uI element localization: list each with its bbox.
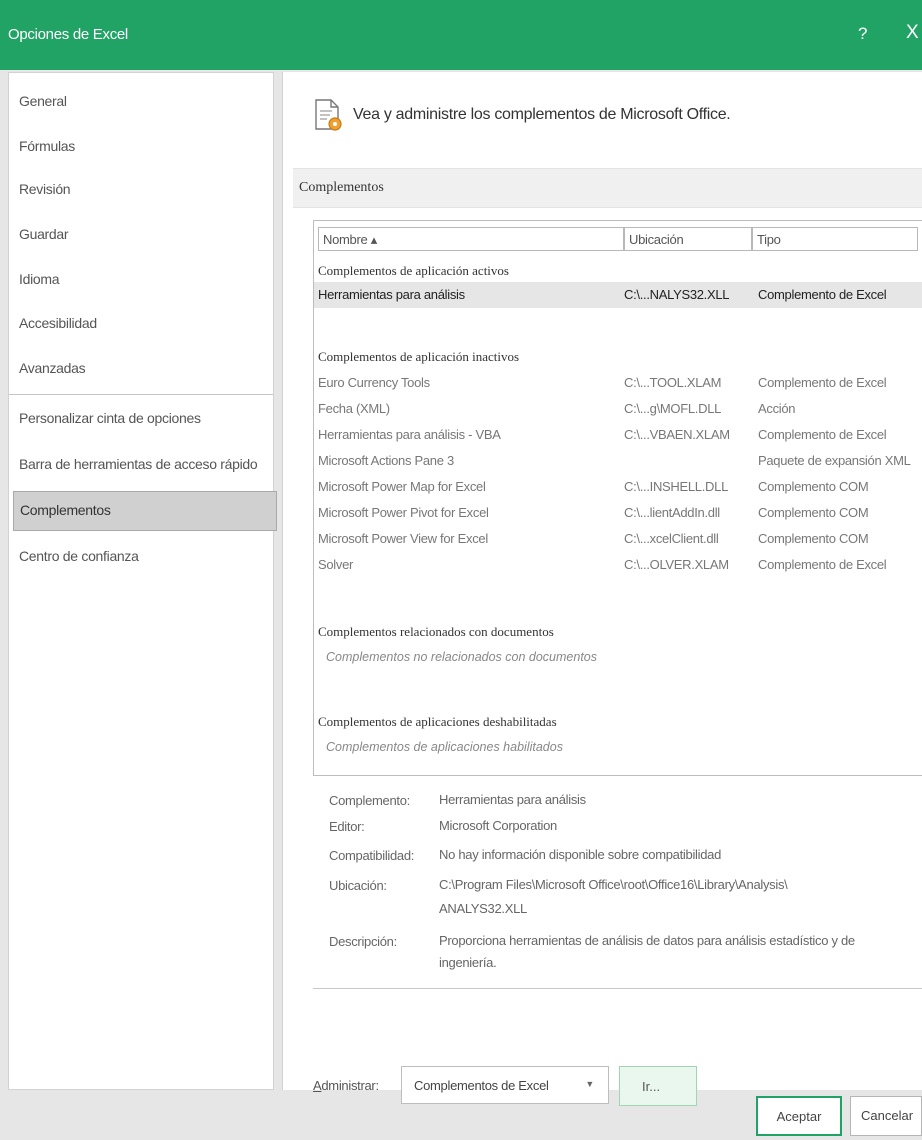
title-bar: Opciones de Excel ? X [0, 0, 922, 70]
addin-name: Fecha (XML) [318, 401, 390, 416]
addin-type: Paquete de expansión XML [758, 453, 911, 468]
addins-list[interactable]: Nombre ▴ Ubicación Tipo Complementos de … [313, 220, 922, 776]
sidebar-divider [9, 394, 273, 395]
addin-location: C:\...g\MOFL.DLL [624, 401, 722, 416]
group-title-active: Complementos de aplicación activos [318, 263, 509, 278]
addin-row[interactable]: Microsoft Power Map for Excel C:\...INSH… [314, 474, 922, 500]
sidebar-item-guardar[interactable]: Guardar [19, 226, 69, 242]
sidebar-item-complementos[interactable]: Complementos [13, 491, 277, 531]
detail-value-location-file: ANALYS32.XLL [439, 901, 527, 916]
addin-row[interactable]: Fecha (XML) C:\...g\MOFL.DLL Acción [314, 396, 922, 422]
addin-name: Solver [318, 557, 354, 572]
addin-name: Microsoft Power Pivot for Excel [318, 505, 489, 520]
group-note-document: Complementos no relacionados con documen… [326, 650, 597, 664]
group-title-disabled: Complementos de aplicaciones deshabilita… [318, 714, 557, 729]
addin-name: Microsoft Power View for Excel [318, 531, 488, 546]
page-header: Vea y administre los complementos de Mic… [353, 106, 731, 123]
detail-label-compat: Compatibilidad: [329, 848, 415, 863]
addin-row[interactable]: Herramientas para análisis - VBA C:\...V… [314, 422, 922, 448]
sidebar-item-barra-acceso-rapido[interactable]: Barra de herramientas de acceso rápido [19, 456, 258, 472]
details-divider [313, 988, 922, 989]
sidebar-item-formulas[interactable]: Fórmulas [19, 138, 75, 154]
addin-row[interactable]: Solver C:\...OLVER.XLAM Complemento de E… [314, 552, 922, 578]
section-title-bar: Complementos [293, 168, 922, 208]
addin-row[interactable]: Microsoft Power View for Excel C:\...xce… [314, 526, 922, 552]
chevron-down-icon: ▼ [585, 1079, 594, 1089]
addin-name: Herramientas para análisis [318, 287, 465, 302]
addin-location: C:\...xcelClient.dll [624, 531, 719, 546]
addin-location: C:\...OLVER.XLAM [624, 557, 729, 572]
addin-row[interactable]: Microsoft Power Pivot for Excel C:\...li… [314, 500, 922, 526]
column-header-type[interactable]: Tipo [752, 227, 918, 251]
detail-label-description: Descripción: [329, 934, 397, 949]
group-title-inactive: Complementos de aplicación inactivos [318, 349, 520, 364]
help-button[interactable]: ? [858, 24, 867, 44]
column-header-name[interactable]: Nombre ▴ [318, 227, 624, 251]
sidebar-item-personalizar-cinta[interactable]: Personalizar cinta de opciones [19, 410, 201, 426]
detail-value-addin: Herramientas para análisis [439, 792, 586, 807]
addin-row[interactable]: Microsoft Actions Pane 3 Paquete de expa… [314, 448, 922, 474]
addin-type: Complemento de Excel [758, 287, 887, 302]
window-title: Opciones de Excel [8, 26, 128, 43]
sidebar-item-idioma[interactable]: Idioma [19, 271, 60, 287]
sidebar-item-revision[interactable]: Revisión [19, 181, 71, 197]
detail-label-publisher: Editor: [329, 819, 365, 834]
section-title: Complementos [299, 180, 384, 195]
close-button[interactable]: X [906, 22, 919, 44]
detail-value-description-cont: ingeniería. [439, 955, 497, 970]
sidebar-item-accesibilidad[interactable]: Accesibilidad [19, 315, 97, 331]
manage-select[interactable]: Complementos de Excel ▼ [401, 1066, 609, 1104]
column-header-location[interactable]: Ubicación [624, 227, 752, 251]
options-sidebar: General Fórmulas Revisión Guardar Idioma… [8, 72, 277, 1090]
addin-type: Acción [758, 401, 796, 416]
detail-label-addin: Complemento: [329, 793, 410, 808]
addin-row[interactable]: Herramientas para análisis C:\...NALYS32… [314, 282, 922, 308]
addin-type: Complemento COM [758, 479, 869, 494]
addins-icon [315, 99, 342, 131]
addin-type: Complemento de Excel [758, 375, 887, 390]
detail-value-publisher: Microsoft Corporation [439, 818, 557, 833]
addin-location: C:\...NALYS32.XLL [624, 287, 730, 302]
detail-value-compat: No hay información disponible sobre comp… [439, 847, 722, 862]
sidebar-item-centro-confianza[interactable]: Centro de confianza [19, 548, 139, 564]
addin-type: Complemento COM [758, 531, 869, 546]
addin-location: C:\...TOOL.XLAM [624, 375, 722, 390]
addin-type: Complemento de Excel [758, 557, 887, 572]
addins-panel: Vea y administre los complementos de Mic… [282, 72, 922, 1106]
addin-name: Herramientas para análisis - VBA [318, 427, 501, 442]
detail-value-location: C:\Program Files\Microsoft Office\root\O… [439, 877, 788, 892]
addin-name: Euro Currency Tools [318, 375, 430, 390]
addin-name: Microsoft Actions Pane 3 [318, 453, 454, 468]
addin-type: Complemento de Excel [758, 427, 887, 442]
addin-location: C:\...INSHELL.DLL [624, 479, 728, 494]
group-title-document: Complementos relacionados con documentos [318, 624, 554, 639]
group-note-disabled: Complementos de aplicaciones habilitados [326, 740, 563, 754]
detail-value-description: Proporciona herramientas de análisis de … [439, 933, 855, 948]
addin-location: C:\...VBAEN.XLAM [624, 427, 730, 442]
addin-row[interactable]: Euro Currency Tools C:\...TOOL.XLAM Comp… [314, 370, 922, 396]
cancel-button[interactable]: Cancelar [850, 1096, 922, 1136]
manage-select-value: Complementos de Excel [414, 1078, 549, 1093]
sidebar-item-general[interactable]: General [19, 93, 67, 109]
addin-name: Microsoft Power Map for Excel [318, 479, 486, 494]
go-button[interactable]: Ir... [619, 1066, 697, 1106]
sidebar-item-avanzadas[interactable]: Avanzadas [19, 360, 86, 376]
detail-label-location: Ubicación: [329, 878, 387, 893]
ok-button[interactable]: Aceptar [756, 1096, 842, 1136]
addin-location: C:\...lientAddIn.dll [624, 505, 720, 520]
addin-type: Complemento COM [758, 505, 869, 520]
manage-label: Administrar: [313, 1078, 379, 1093]
